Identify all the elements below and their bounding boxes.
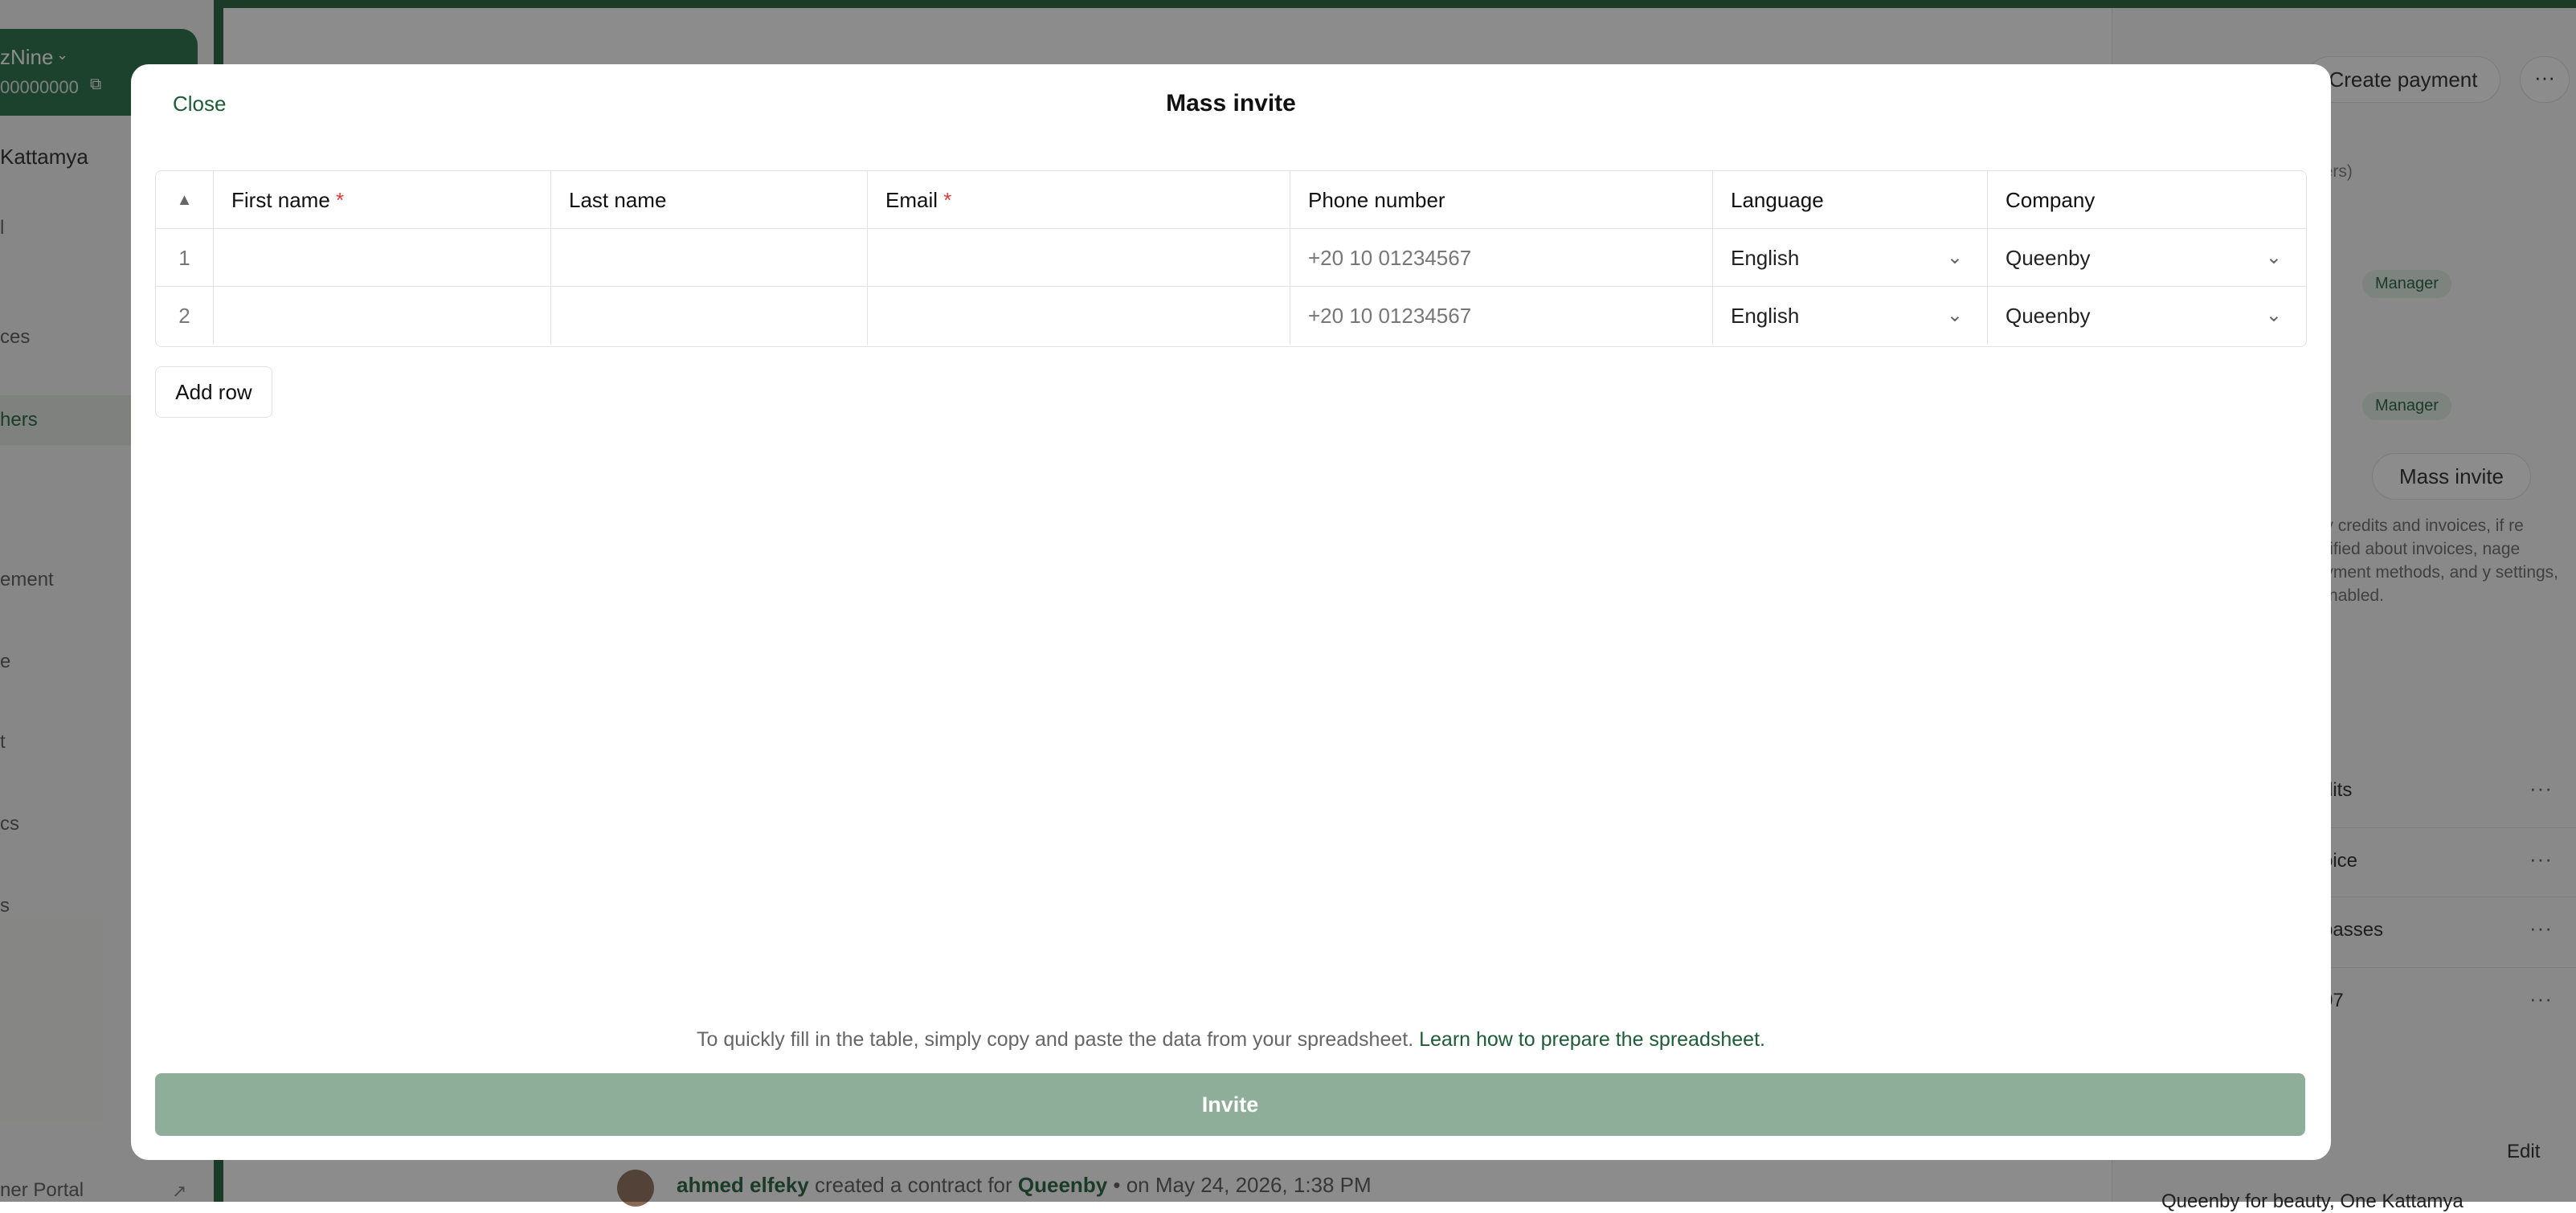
sort-up-icon: ▲	[176, 191, 193, 209]
company-select[interactable]: Queenby ⌄	[1988, 287, 2306, 345]
chevron-down-icon: ⌄	[2265, 304, 2282, 326]
sort-header[interactable]: ▲	[156, 171, 214, 229]
phone-input[interactable]: +20 10 01234567	[1290, 287, 1713, 345]
first-name-input[interactable]	[214, 229, 551, 287]
column-first-name: First name *	[214, 171, 551, 229]
row-index: 2	[156, 287, 214, 345]
helper-text: To quickly fill in the table, simply cop…	[131, 1028, 2331, 1052]
language-select[interactable]: English ⌄	[1713, 287, 1988, 345]
email-label: Email	[885, 188, 938, 212]
last-name-input[interactable]	[551, 229, 868, 287]
helper-description: To quickly fill in the table, simply cop…	[697, 1028, 1414, 1051]
company-select[interactable]: Queenby ⌄	[1988, 229, 2306, 287]
invite-table: ▲ First name * Last name Email * Phone n…	[155, 170, 2307, 347]
language-select[interactable]: English ⌄	[1713, 229, 1988, 287]
row-index: 1	[156, 229, 214, 287]
add-row-button[interactable]: Add row	[155, 366, 272, 418]
column-company: Company	[1988, 171, 2306, 229]
language-value: English	[1731, 246, 1800, 270]
first-name-label: First name	[231, 188, 330, 212]
email-input[interactable]	[868, 287, 1290, 345]
chevron-down-icon: ⌄	[2265, 247, 2282, 268]
phone-input[interactable]: +20 10 01234567	[1290, 229, 1713, 287]
spreadsheet-help-link[interactable]: Learn how to prepare the spreadsheet.	[1419, 1028, 1765, 1051]
modal-title: Mass invite	[1166, 90, 1296, 116]
language-value: English	[1731, 304, 1800, 328]
first-name-input[interactable]	[214, 287, 551, 345]
required-mark: *	[336, 188, 345, 212]
company-value: Queenby	[2006, 304, 2091, 328]
email-input[interactable]	[868, 229, 1290, 287]
company-value: Queenby	[2006, 246, 2091, 270]
invite-button[interactable]: Invite	[155, 1073, 2305, 1136]
mass-invite-modal: Close Mass invite ▲ First name * Last na…	[131, 64, 2331, 1160]
column-language: Language	[1713, 171, 1988, 229]
column-phone: Phone number	[1290, 171, 1713, 229]
chevron-down-icon: ⌄	[1946, 304, 1963, 326]
chevron-down-icon: ⌄	[1946, 247, 1963, 268]
last-name-input[interactable]	[551, 287, 868, 345]
column-email: Email *	[868, 171, 1290, 229]
column-last-name: Last name	[551, 171, 868, 229]
required-mark: *	[943, 188, 952, 212]
